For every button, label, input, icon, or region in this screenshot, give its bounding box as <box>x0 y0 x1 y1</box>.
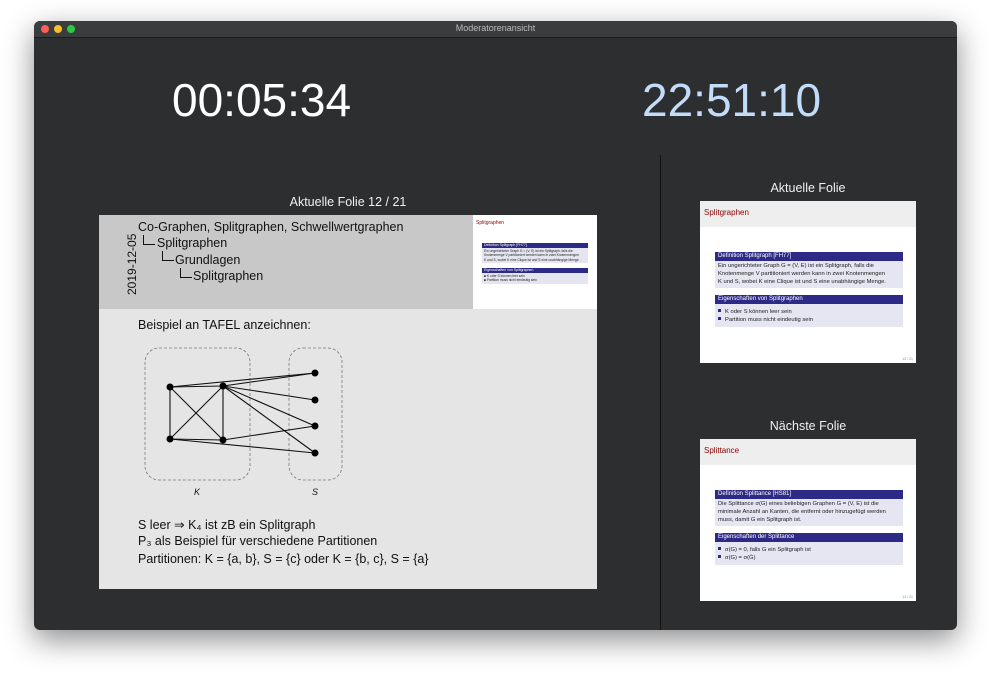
block-item: σ(G) = 0, falls G ein Splitgraph ist <box>725 546 811 553</box>
slide-text-line: S leer ⇒ K₄ ist zB ein Splitgraph <box>138 518 316 532</box>
next-slide-preview[interactable]: Splittance Definition Splittance [HS81] … <box>700 439 916 601</box>
block-title: Definition Splittance [HS81] <box>715 490 903 499</box>
bullet-icon <box>718 547 721 551</box>
slide-header: Splitgraphen <box>700 201 916 227</box>
definition-block: Definition Splitgraph [FH77] Ein ungeric… <box>715 252 903 288</box>
bullet-icon <box>718 317 721 321</box>
window-title: Moderatorenansicht <box>455 23 536 33</box>
split-graph-figure: K S <box>144 347 343 497</box>
label-k: K <box>194 487 201 497</box>
slide-thumbnail: Splitgraphen Definition Splitgraph [FH77… <box>473 215 597 309</box>
panel-divider[interactable] <box>660 155 661 630</box>
graph-vertices <box>166 369 319 457</box>
thumbnail-line: Knotenmenge V partitioniert werden kann … <box>484 253 579 258</box>
tree-item-subsection: Grundlagen <box>175 253 241 267</box>
block-line: K und S, wobei K eine Clique ist und S e… <box>718 279 886 285</box>
tree-item-lecture: Co-Graphen, Splitgraphen, Schwellwertgra… <box>138 220 404 234</box>
page-number: 13 / 21 <box>902 595 913 599</box>
slide-text-line: P₃ als Beispiel für verschiedene Partiti… <box>138 534 378 548</box>
thumbnail-line: K und S, wobei K eine Clique ist und S e… <box>484 257 580 262</box>
title-bar: Moderatorenansicht <box>34 21 957 38</box>
slide-text-line: Partitionen: K = {a, b}, S = {c} oder K … <box>138 552 429 566</box>
tree-connector <box>180 268 192 278</box>
tree-connector <box>143 235 155 245</box>
block-item: K oder S können leer sein <box>725 308 792 315</box>
tree-connector <box>162 251 174 261</box>
slide-heading: Beispiel an TAFEL anzeichnen: <box>138 318 311 332</box>
block-title: Definition Splitgraph [FH77] <box>715 252 903 261</box>
label-s: S <box>312 487 318 497</box>
block-title: Eigenschaften von Splitgraphen <box>715 295 903 304</box>
properties-block: Eigenschaften von Splitgraphen K oder S … <box>715 295 903 327</box>
bullet-icon <box>718 555 721 559</box>
next-slide-label: Nächste Folie <box>769 419 847 433</box>
independent-region-s <box>288 347 343 481</box>
thumbnail-properties-block: Eigenschaften von Splitgraphen ■ K oder … <box>482 268 588 284</box>
block-line: Ein ungerichteter Graph G = (V, E) ist e… <box>718 263 874 269</box>
properties-block: Eigenschaften der Splittance σ(G) = 0, f… <box>715 533 903 565</box>
page-number: 12 / 21 <box>902 357 913 361</box>
block-line: Die Splittance σ(G) eines beliebigen Gra… <box>718 501 879 507</box>
current-slide-counter: Aktuelle Folie 12 / 21 <box>289 195 407 209</box>
presenter-window: Moderatorenansicht 00:05:34 22:51:10 Akt… <box>34 21 957 630</box>
block-item: σ(G) = σ(Ḡ) <box>725 554 756 561</box>
tree-item-section: Splitgraphen <box>157 236 228 250</box>
block-line: minimale Anzahl an Kanten, die entfernt … <box>718 509 886 515</box>
slide-date: 2019-12-05 <box>125 233 139 295</box>
block-item: Partition muss nicht eindeutig sein <box>725 316 813 323</box>
block-title: Eigenschaften der Splittance <box>715 533 903 542</box>
slide-title: Splittance <box>704 446 740 455</box>
clock-time: 22:51:10 <box>642 74 822 126</box>
thumbnail-item: ■ Partition muss nicht eindeutig sein <box>484 278 537 283</box>
definition-block: Definition Splittance [HS81] Die Splitta… <box>715 490 903 526</box>
block-line: Knotenmenge V partitioniert werden kann … <box>718 271 885 277</box>
slide-header: Splittance <box>700 439 916 465</box>
block-line: muss, damit G ein Splitgraph ist. <box>718 517 802 523</box>
thumbnail-definition-block: Definition Splitgraph [FH77] Ein ungeric… <box>482 243 588 263</box>
thumbnail-title: Splitgraphen <box>476 220 505 226</box>
bullet-icon <box>718 309 721 313</box>
graph-edges <box>169 372 316 454</box>
slide-title: Splitgraphen <box>704 208 749 217</box>
main-slide[interactable]: 2019-12-05 Co-Graphen, Splitgraphen, Sch… <box>99 215 597 589</box>
tree-item-slide: Splitgraphen <box>193 269 264 283</box>
current-slide-label: Aktuelle Folie <box>770 181 846 195</box>
slide-header: 2019-12-05 Co-Graphen, Splitgraphen, Sch… <box>99 215 473 309</box>
elapsed-timer[interactable]: 00:05:34 <box>172 73 351 127</box>
current-slide-preview[interactable]: Splitgraphen Definition Splitgraph [FH77… <box>700 201 916 363</box>
